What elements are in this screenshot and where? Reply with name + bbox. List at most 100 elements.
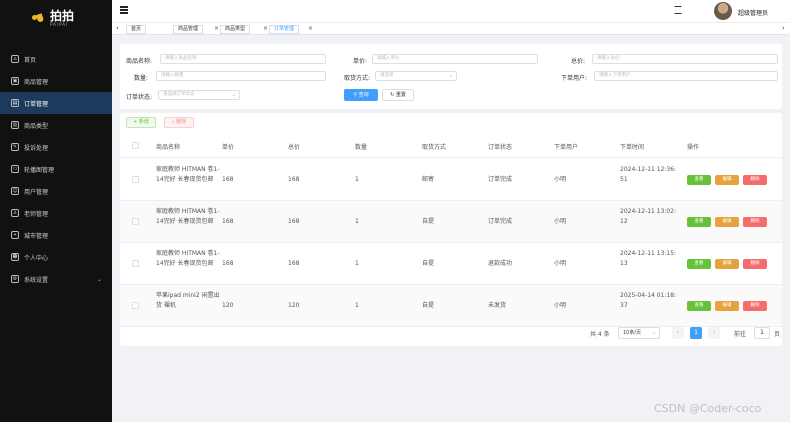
menu-toggle-icon[interactable]	[120, 6, 128, 14]
select-all-checkbox[interactable]	[132, 142, 139, 149]
tab-home[interactable]: 首页	[126, 25, 147, 34]
cell-price: 168	[222, 176, 234, 183]
pagination: 共 4 条 10条/页 ⌄ ‹ 1 › 前往 1 页	[120, 326, 782, 340]
sidebar-item-label: 商品管理	[24, 78, 49, 86]
goto-page-input[interactable]: 1	[754, 327, 770, 339]
add-button[interactable]: + 新增	[126, 117, 156, 128]
prev-page-button[interactable]: ‹	[672, 327, 684, 339]
price-input[interactable]: 请输入单价	[372, 54, 538, 64]
sidebar-item-7[interactable]: ♙ 老师管理	[0, 202, 112, 224]
sidebar-item-label: 系统设置	[24, 276, 49, 284]
query-button[interactable]: ⚲ 查询	[344, 89, 378, 101]
cell-order-user: 小明	[554, 176, 567, 183]
close-icon[interactable]: ×	[214, 25, 219, 32]
order-status-select[interactable]: 请选择订单状态 ⌄	[158, 90, 240, 100]
reset-button[interactable]: ↻ 重置	[382, 89, 414, 101]
row-checkbox[interactable]	[132, 176, 139, 183]
tab-orders[interactable]: 订单管理	[269, 25, 300, 34]
table-row: 家庭教师 HITMAN 卷1-14完好 长春现货包邮 168 168 1 自提 订单完成小…	[120, 201, 782, 243]
row-checkbox[interactable]	[132, 218, 139, 225]
sidebar-item-0[interactable]: ⌂ 首页	[0, 48, 112, 70]
profile-icon: ☻	[11, 253, 19, 261]
cell-order-time: 2024-12-11 12:36:51	[620, 166, 677, 183]
cell-price: 168	[222, 260, 234, 267]
delete-button[interactable]: 删除	[743, 175, 767, 185]
total-input[interactable]: 请输入总价	[592, 54, 778, 64]
close-icon[interactable]: ×	[308, 25, 313, 32]
row-checkbox[interactable]	[132, 302, 139, 309]
avatar[interactable]	[714, 2, 732, 20]
sidebar-item-8[interactable]: ⌖ 城市管理	[0, 224, 112, 246]
sidebar-item-label: 城市管理	[24, 232, 49, 240]
cell-quantity: 1	[355, 218, 359, 225]
delete-button[interactable]: 删除	[743, 259, 767, 269]
cell-goods-name: 家庭教师 HITMAN 卷1-14完好 长春现货包邮	[156, 250, 220, 267]
cell-order-status: 订单完成	[488, 176, 513, 183]
fullscreen-icon[interactable]	[674, 6, 682, 14]
order-status-label: 订单状态:	[126, 94, 153, 101]
sidebar-item-10[interactable]: ⚙ 系统设置 ⌄	[0, 268, 112, 290]
cell-quantity: 1	[355, 260, 359, 267]
sidebar: 拍拍 PAIPAI ⌂ 首页 ▣ 商品管理 ▤ 订单管理 ▥ 商品类型 ✎ 投诉处理 ▭ 轮播图管理 ☺…	[0, 0, 112, 422]
batch-delete-label: 删除	[176, 119, 187, 125]
query-button-label: 查询	[358, 92, 369, 98]
tab-goods-type[interactable]: 商品类型	[220, 25, 251, 34]
goto-label: 前往	[734, 331, 747, 338]
search-panel: 商品名称: 请输入商品名称 单价: 请输入单价 总价: 请输入总价 数量: 请输…	[120, 44, 782, 109]
cell-price: 168	[222, 218, 234, 225]
sidebar-item-label: 首页	[24, 56, 37, 64]
order-user-input[interactable]: 请输入下单用户	[594, 71, 778, 81]
header-price: 单价	[222, 144, 235, 151]
sidebar-menu: ⌂ 首页 ▣ 商品管理 ▤ 订单管理 ▥ 商品类型 ✎ 投诉处理 ▭ 轮播图管理 ☺ 用户管理 ♙ 老师管理 ⌖…	[0, 48, 112, 290]
header-goods-name: 商品名称	[156, 144, 181, 151]
edit-button[interactable]: 编辑	[715, 175, 739, 185]
view-button[interactable]: 查看	[687, 217, 711, 227]
sidebar-item-6[interactable]: ☺ 用户管理	[0, 180, 112, 202]
view-button[interactable]: 查看	[687, 259, 711, 269]
name-input[interactable]: 请输入商品名称	[160, 54, 326, 64]
sidebar-item-3[interactable]: ▥ 商品类型	[0, 114, 112, 136]
sidebar-item-1[interactable]: ▣ 商品管理	[0, 70, 112, 92]
page-number-current[interactable]: 1	[690, 327, 702, 339]
logo: 拍拍 PAIPAI	[0, 0, 112, 36]
sidebar-item-label: 个人中心	[24, 254, 49, 262]
sidebar-item-2[interactable]: ▤ 订单管理	[0, 92, 112, 114]
edit-button[interactable]: 编辑	[715, 259, 739, 269]
pickup-method-label: 取货方式:	[344, 75, 371, 82]
sidebar-item-4[interactable]: ✎ 投诉处理	[0, 136, 112, 158]
logo-title: 拍拍	[50, 8, 75, 23]
cell-order-user: 小明	[554, 218, 567, 225]
batch-delete-button[interactable]: ▯ 删除	[164, 117, 194, 128]
user-name[interactable]: 超级管理员	[738, 8, 768, 17]
cell-order-user: 小明	[554, 260, 567, 267]
edit-button[interactable]: 编辑	[715, 301, 739, 311]
reset-button-label: 重置	[395, 92, 406, 98]
cell-price: 120	[222, 302, 234, 309]
view-button[interactable]: 查看	[687, 301, 711, 311]
chevron-down-icon: ⌄	[651, 330, 656, 336]
close-icon[interactable]: ×	[263, 25, 268, 32]
next-page-button[interactable]: ›	[708, 327, 720, 339]
delete-button[interactable]: 删除	[743, 301, 767, 311]
tab-goods[interactable]: 商品管理	[173, 25, 204, 34]
cell-quantity: 1	[355, 302, 359, 309]
view-button[interactable]: 查看	[687, 175, 711, 185]
row-checkbox[interactable]	[132, 260, 139, 267]
delete-button[interactable]: 删除	[743, 217, 767, 227]
tab-scroll-left-icon[interactable]: ‹	[116, 24, 119, 32]
cell-goods-name: 苹果ipad mini2 闲置出货 裸机	[156, 292, 220, 309]
edit-button[interactable]: 编辑	[715, 217, 739, 227]
sidebar-item-9[interactable]: ☻ 个人中心	[0, 246, 112, 268]
pickup-method-select[interactable]: 请选择 ⌄	[375, 71, 457, 81]
pagination-total: 共 4 条	[590, 331, 610, 338]
cell-pickup-method: 自提	[422, 302, 435, 309]
cell-order-time: 2025-04-14 01:18:37	[620, 292, 677, 309]
quantity-label: 数量:	[134, 75, 149, 82]
tab-scroll-right-icon[interactable]: ›	[782, 24, 785, 32]
quantity-input[interactable]: 请输入数量	[156, 71, 326, 81]
page-size-select[interactable]: 10条/页 ⌄	[618, 327, 660, 339]
sidebar-item-5[interactable]: ▭ 轮播图管理	[0, 158, 112, 180]
cell-goods-name: 家庭教师 HITMAN 卷1-14完好 长春现货包邮	[156, 208, 220, 225]
header-total: 总价	[288, 144, 301, 151]
sidebar-item-label: 投诉处理	[24, 144, 49, 152]
